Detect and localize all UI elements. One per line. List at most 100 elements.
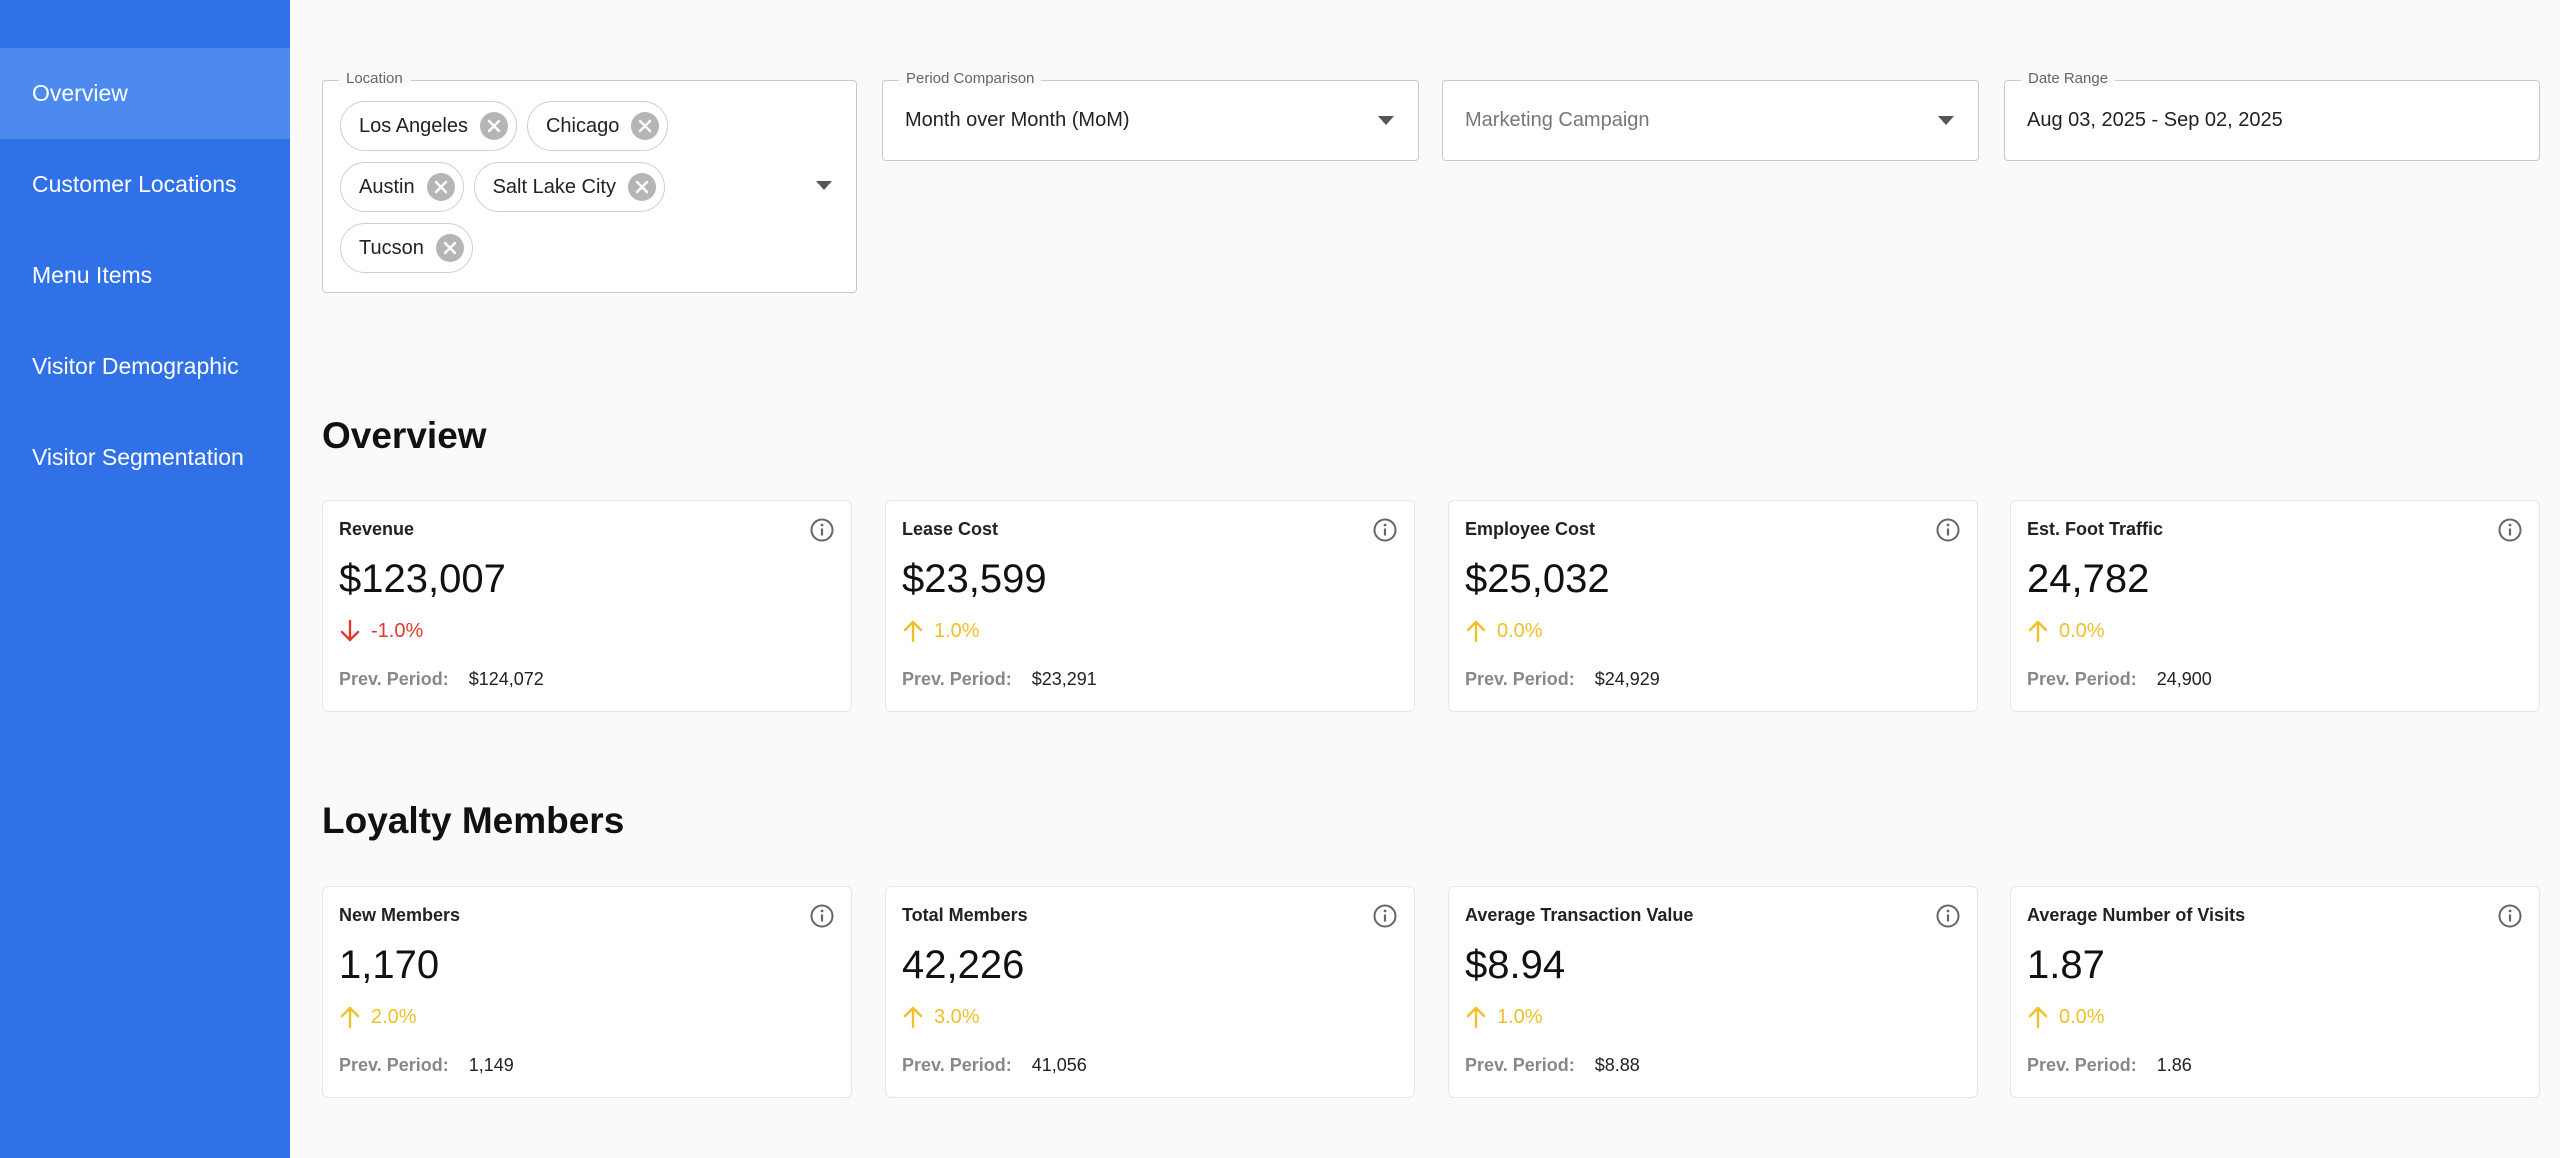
sidebar-item-menu-items[interactable]: Menu Items (0, 230, 290, 321)
arrow-up-icon (2028, 1006, 2048, 1029)
info-circle-icon[interactable] (1935, 517, 1961, 543)
previous-period: Prev. Period: 1.86 (2027, 1055, 2192, 1076)
previous-period: Prev. Period: 24,900 (2027, 669, 2212, 690)
sidebar-item-customer-locations[interactable]: Customer Locations (0, 139, 290, 230)
card-title: Employee Cost (1465, 519, 1596, 539)
close-circle-icon[interactable] (627, 173, 656, 201)
info-circle-icon[interactable] (2497, 903, 2523, 929)
card-title: Total Members (902, 905, 1028, 925)
prev-value: 41,056 (1031, 1055, 1087, 1075)
card-employee-cost: Employee Cost $25,032 0.0% Prev. Period:… (1448, 500, 1978, 712)
card-value: $8.94 (1465, 943, 1566, 987)
prev-label: Prev. Period: (1465, 669, 1575, 689)
card-revenue: Revenue $123,007 -1.0% Prev. Period: $12… (322, 500, 852, 712)
close-circle-icon[interactable] (426, 173, 455, 201)
trend-delta: 2.0% (339, 1005, 417, 1029)
info-circle-icon[interactable] (809, 903, 835, 929)
caret-down-icon[interactable] (816, 181, 832, 190)
close-circle-icon[interactable] (435, 234, 464, 262)
caret-down-icon (1378, 115, 1394, 125)
prev-value: $124,072 (468, 669, 544, 689)
prev-label: Prev. Period: (2027, 1055, 2137, 1075)
previous-period: Prev. Period: 41,056 (902, 1055, 1087, 1076)
chip-salt-lake-city: Salt Lake City (473, 162, 665, 212)
close-circle-icon[interactable] (631, 112, 660, 140)
arrow-up-icon (2028, 620, 2048, 643)
location-select[interactable]: Location Los Angeles Chicago Austin Salt… (322, 70, 857, 293)
caret-down-icon (1938, 115, 1954, 125)
delta-value: 3.0% (934, 1005, 980, 1028)
trend-delta: 1.0% (1465, 1005, 1543, 1029)
prev-value: 1,149 (468, 1055, 514, 1075)
close-circle-icon[interactable] (479, 112, 508, 140)
trend-delta: 0.0% (2027, 1005, 2105, 1029)
trend-delta: -1.0% (339, 619, 423, 643)
chip-los-angeles: Los Angeles (340, 101, 517, 151)
arrow-up-icon (340, 1006, 360, 1029)
card-value: $23,599 (902, 557, 1047, 601)
sidebar-item-visitor-demographic[interactable]: Visitor Demographic (0, 321, 290, 412)
period-comparison-value: Month over Month (MoM) (905, 109, 1130, 131)
prev-label: Prev. Period: (2027, 669, 2137, 689)
location-label: Location (339, 70, 410, 87)
trend-delta: 1.0% (902, 619, 980, 643)
previous-period: Prev. Period: $124,072 (339, 669, 544, 690)
date-range-field[interactable]: Date Range Aug 03, 2025 - Sep 02, 2025 (2004, 70, 2540, 161)
prev-value: $23,291 (1031, 669, 1097, 689)
chip-austin: Austin (340, 162, 464, 212)
chip-label: Austin (359, 175, 415, 198)
marketing-campaign-placeholder: Marketing Campaign (1465, 109, 1650, 131)
prev-label: Prev. Period: (1465, 1055, 1575, 1075)
info-circle-icon[interactable] (1935, 903, 1961, 929)
info-circle-icon[interactable] (809, 517, 835, 543)
trend-delta: 3.0% (902, 1005, 980, 1029)
marketing-campaign-select[interactable]: Marketing Campaign (1442, 80, 1979, 161)
arrow-up-icon (903, 1006, 923, 1029)
prev-label: Prev. Period: (902, 1055, 1012, 1075)
period-comparison-select[interactable]: Period Comparison Month over Month (MoM) (882, 70, 1419, 161)
delta-value: 0.0% (2059, 1005, 2105, 1028)
card-est-foot-traffic: Est. Foot Traffic 24,782 0.0% Prev. Peri… (2010, 500, 2540, 712)
card-lease-cost: Lease Cost $23,599 1.0% Prev. Period: $2… (885, 500, 1415, 712)
prev-label: Prev. Period: (902, 669, 1012, 689)
card-value: 1.87 (2027, 943, 2105, 987)
prev-label: Prev. Period: (339, 1055, 449, 1075)
prev-value: $24,929 (1594, 669, 1660, 689)
previous-period: Prev. Period: $23,291 (902, 669, 1097, 690)
card-value: 24,782 (2027, 557, 2150, 601)
arrow-up-icon (1466, 1006, 1486, 1029)
delta-value: 0.0% (2059, 619, 2105, 642)
prev-value: 1.86 (2156, 1055, 2192, 1075)
arrow-up-icon (1466, 620, 1486, 643)
delta-value: 1.0% (934, 619, 980, 642)
card-title: New Members (339, 905, 461, 925)
info-circle-icon[interactable] (1372, 903, 1398, 929)
card-value: 1,170 (339, 943, 440, 987)
card-total-members: Total Members 42,226 3.0% Prev. Period: … (885, 886, 1415, 1098)
delta-value: 1.0% (1497, 1005, 1543, 1028)
previous-period: Prev. Period: 1,149 (339, 1055, 514, 1076)
delta-value: 2.0% (371, 1005, 417, 1028)
info-circle-icon[interactable] (2497, 517, 2523, 543)
previous-period: Prev. Period: $8.88 (1465, 1055, 1640, 1076)
chip-label: Tucson (359, 236, 424, 259)
card-average-number-of-visits: Average Number of Visits 1.87 0.0% Prev.… (2010, 886, 2540, 1098)
overview-title: Overview (322, 415, 487, 456)
card-title: Lease Cost (902, 519, 999, 539)
info-circle-icon[interactable] (1372, 517, 1398, 543)
sidebar-item-overview[interactable]: Overview (0, 48, 290, 139)
chip-label: Los Angeles (359, 114, 468, 137)
chip-label: Chicago (545, 114, 620, 137)
prev-label: Prev. Period: (339, 669, 449, 689)
arrow-up-icon (903, 620, 923, 643)
location-chips: Los Angeles Chicago Austin Salt Lake Cit… (340, 101, 770, 284)
delta-value: 0.0% (1497, 619, 1543, 642)
sidebar: Overview Customer Locations Menu Items V… (0, 0, 290, 1158)
date-range-value: Aug 03, 2025 - Sep 02, 2025 (2027, 109, 2283, 131)
card-average-transaction-value: Average Transaction Value $8.94 1.0% Pre… (1448, 886, 1978, 1098)
sidebar-item-visitor-segmentation[interactable]: Visitor Segmentation (0, 412, 290, 503)
card-value: $123,007 (339, 557, 506, 601)
chip-tucson: Tucson (340, 223, 473, 273)
card-title: Average Transaction Value (1465, 905, 1694, 925)
previous-period: Prev. Period: $24,929 (1465, 669, 1660, 690)
